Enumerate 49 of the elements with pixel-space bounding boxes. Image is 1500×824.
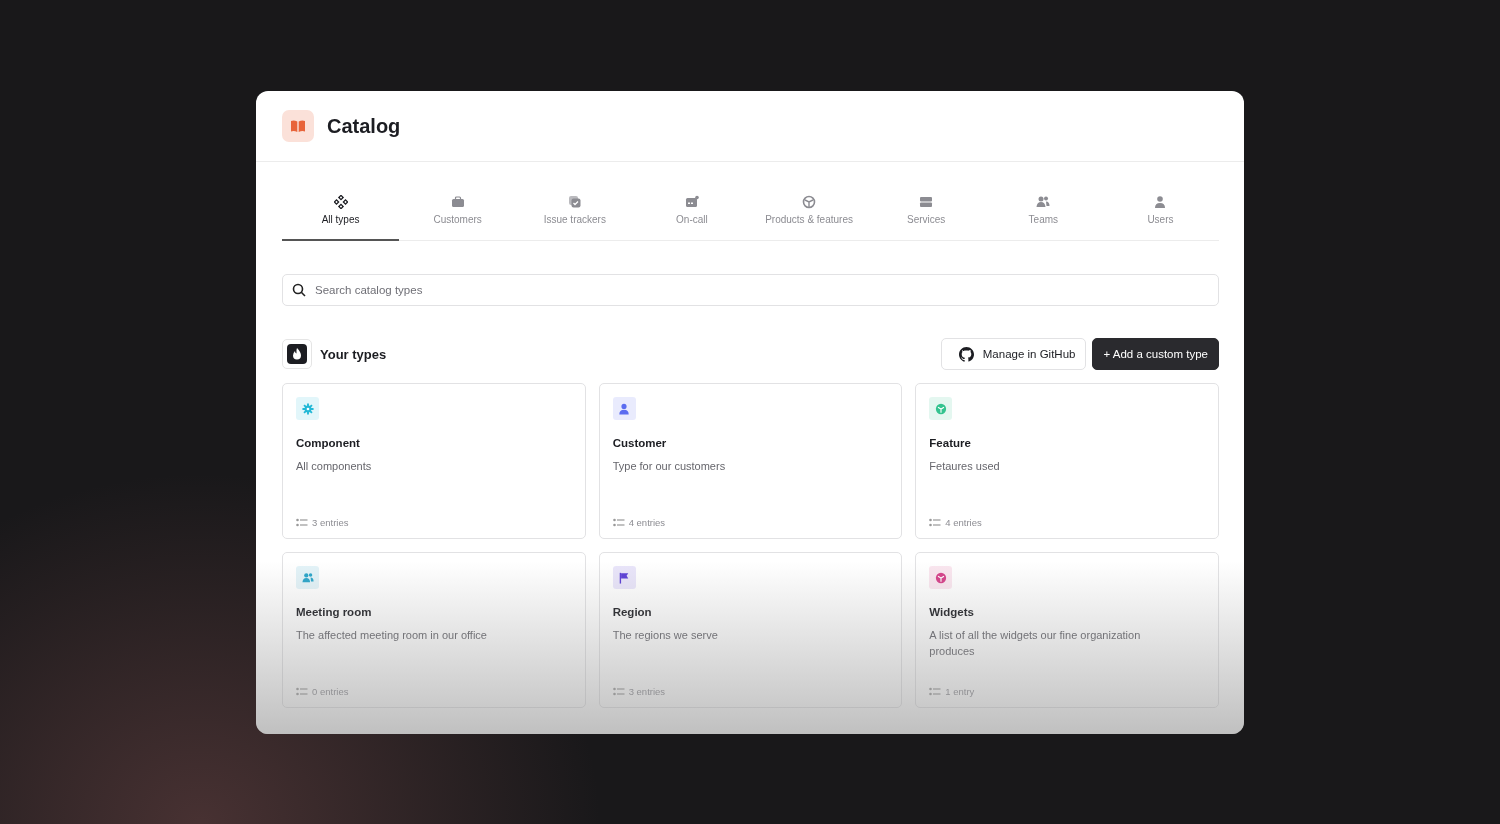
- type-name: Component: [296, 437, 361, 449]
- flame-icon: [282, 339, 312, 369]
- list-icon: [296, 518, 308, 527]
- briefcase-icon: [450, 194, 465, 209]
- type-card[interactable]: Component All components 3 entries: [282, 383, 586, 539]
- tab[interactable]: Products & features: [750, 180, 868, 241]
- pager-icon: [684, 194, 699, 209]
- list-icon: [612, 687, 625, 696]
- person-icon: [1153, 194, 1168, 209]
- entry-count: 4 entries: [628, 517, 666, 528]
- type-name: Region: [612, 606, 653, 618]
- type-description: Type for our customers: [612, 459, 727, 474]
- tab[interactable]: Services: [867, 180, 985, 241]
- page-title: Catalog: [327, 114, 401, 138]
- search-icon: [292, 283, 306, 297]
- list-icon: [929, 518, 942, 527]
- type-name: Meeting room: [296, 606, 373, 618]
- diamonds-icon: [333, 194, 348, 209]
- tab[interactable]: Issue trackers: [516, 180, 634, 241]
- type-description: The regions we serve: [612, 628, 719, 643]
- tab[interactable]: Customers: [399, 180, 517, 241]
- type-name: Widgets: [929, 606, 975, 618]
- checklist-icon: [567, 194, 582, 209]
- github-icon: [958, 346, 974, 362]
- tab[interactable]: Teams: [984, 180, 1102, 241]
- server-icon: [919, 194, 934, 209]
- action-button[interactable]: + Add a custom type: [1092, 338, 1219, 370]
- book-icon: [282, 110, 314, 142]
- people-icon: [1036, 194, 1051, 209]
- list-icon: [612, 518, 625, 527]
- list-icon: [929, 687, 942, 696]
- entry-count: 3 entries: [312, 517, 349, 528]
- type-name: Customer: [612, 437, 668, 449]
- search-field[interactable]: Search catalog types: [282, 274, 1219, 306]
- type-name: Feature: [929, 437, 972, 449]
- list-icon: [296, 687, 308, 696]
- tab[interactable]: All types: [282, 180, 400, 241]
- type-card[interactable]: Feature Fetaures used 4 entries: [915, 383, 1219, 539]
- tab[interactable]: On-call: [633, 180, 751, 241]
- type-description: The affected meeting room in our office: [296, 628, 488, 643]
- type-description: Fetaures used: [929, 459, 1001, 474]
- type-description: All components: [296, 459, 373, 474]
- action-button[interactable]: Manage in GitHub: [940, 338, 1087, 370]
- cube-icon: [802, 194, 817, 209]
- type-description: A list of all the widgets our fine organization produces: [929, 628, 1142, 659]
- tab[interactable]: Users: [1101, 180, 1219, 241]
- entry-count: 4 entries: [945, 517, 982, 528]
- section-title: Your types: [320, 346, 387, 362]
- type-card[interactable]: Customer Type for our customers 4 entries: [598, 383, 903, 539]
